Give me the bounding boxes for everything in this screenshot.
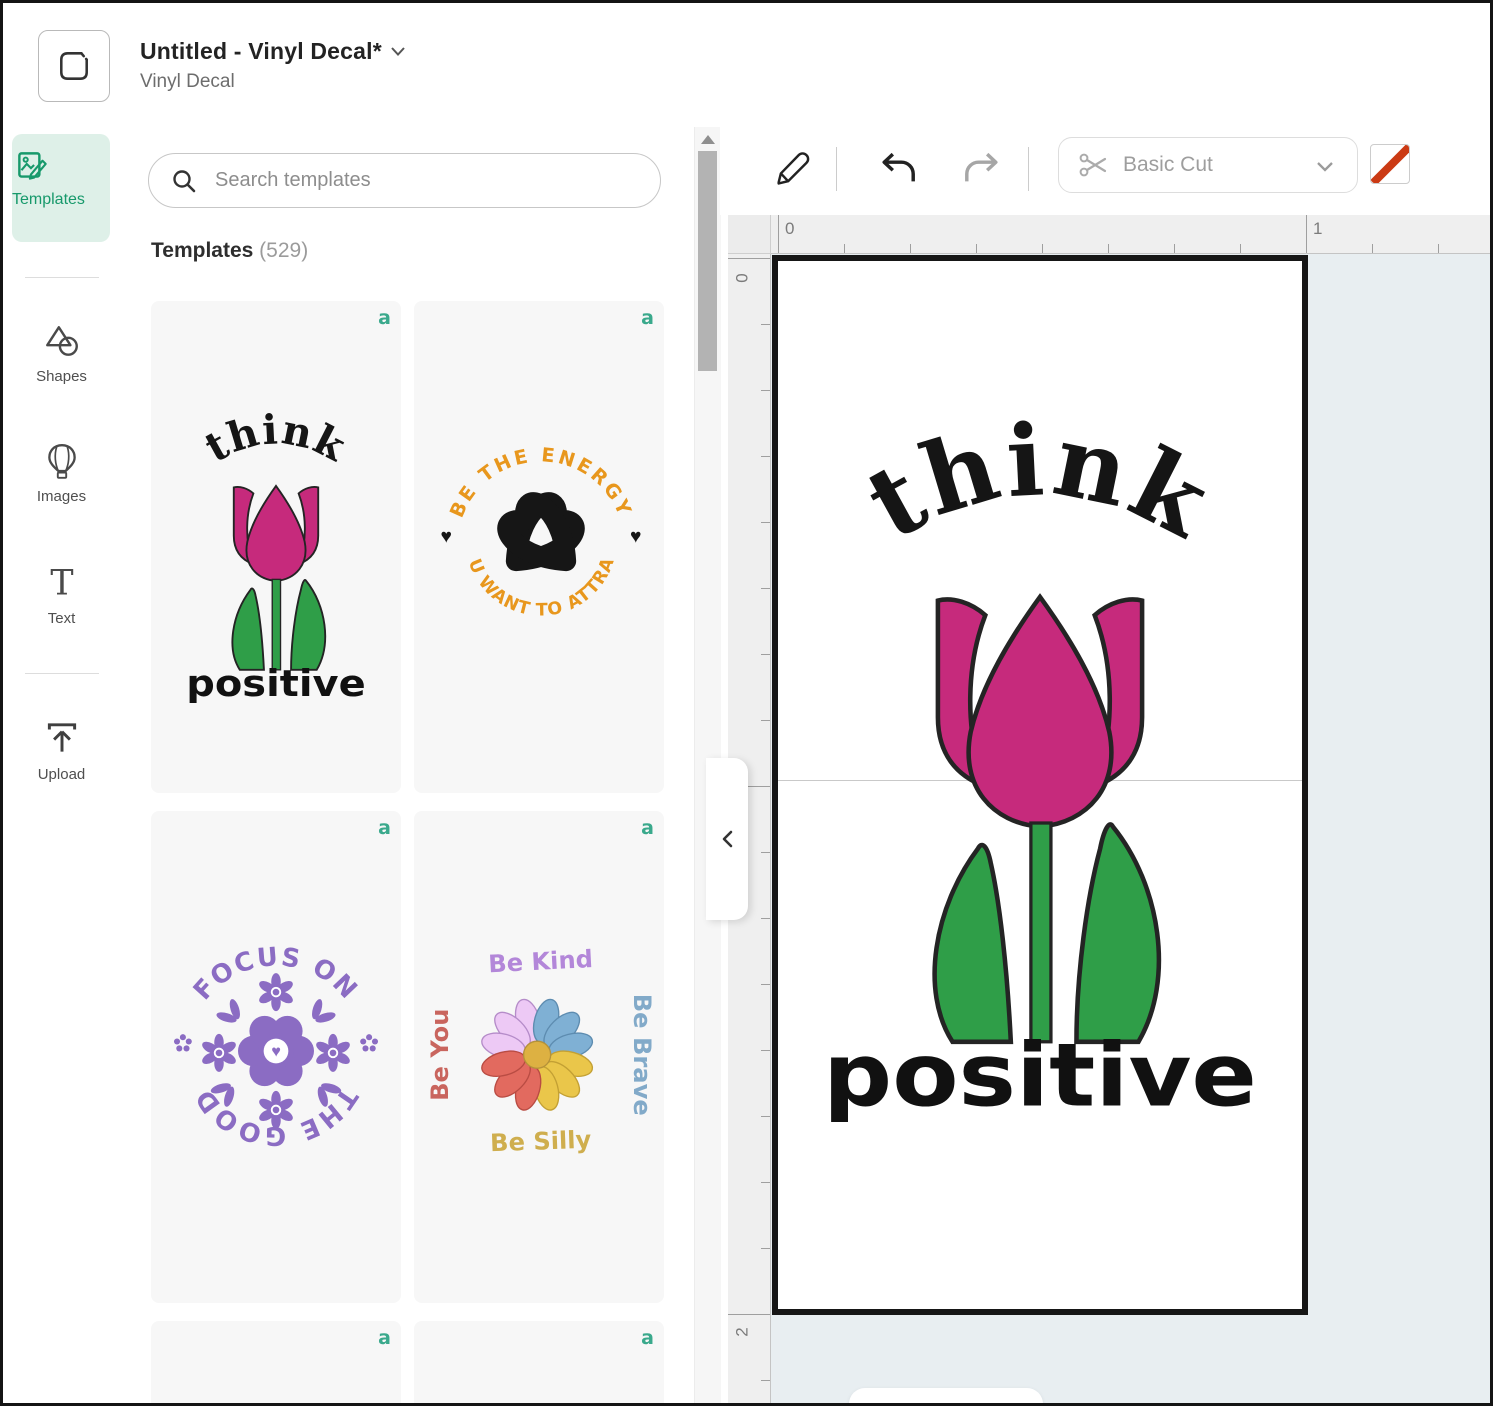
cricut-access-badge: a <box>378 817 391 839</box>
template-card-be-the-energy[interactable]: a BE THE ENERGY YOU WANT TO ATTRACT ♥ ♥ <box>414 301 664 793</box>
ruler-corner <box>728 215 771 254</box>
undo-icon <box>878 149 920 189</box>
focus-on-the-good-art: FOCUS ON THE GOOD ♥ <box>162 937 390 1165</box>
title-chevron-down-icon[interactable] <box>390 36 406 63</box>
document-subtitle: Vinyl Decal <box>140 71 235 93</box>
be-kind-daisy-art: Be Kind Be Brave Be Silly Be You <box>425 931 657 1163</box>
project-logo-button[interactable] <box>38 30 110 102</box>
chevron-down-icon <box>1315 160 1335 178</box>
document-title[interactable]: Untitled - Vinyl Decal* <box>140 36 406 65</box>
operation-select[interactable]: Basic Cut <box>1058 137 1358 193</box>
template-card-be-kind-daisy[interactable]: a Be Kind Be Brave Be Silly <box>414 811 664 1303</box>
hot-air-balloon-icon <box>42 441 82 481</box>
svg-text:T: T <box>50 564 73 603</box>
svg-text:Be Silly: Be Silly <box>490 1126 592 1158</box>
chevron-left-icon <box>719 829 735 849</box>
svg-text:♥: ♥ <box>271 1043 281 1061</box>
svg-text:Be Kind: Be Kind <box>488 945 594 978</box>
pencil-icon <box>772 147 812 191</box>
project-icon <box>56 48 92 84</box>
cricut-access-badge: a <box>378 1327 391 1349</box>
header <box>3 3 1490 128</box>
nav-divider <box>25 277 99 278</box>
cricut-access-badge: a <box>641 817 654 839</box>
canvas-toolbar: Basic Cut <box>720 127 1490 215</box>
redo-icon <box>960 149 1002 189</box>
horizontal-ruler: 0 1 <box>771 215 1490 254</box>
canvas-design-think-positive[interactable] <box>803 411 1277 1122</box>
collapse-panel-button[interactable] <box>706 758 748 920</box>
template-card-think-positive[interactable]: a <box>151 301 401 793</box>
be-the-energy-art: BE THE ENERGY YOU WANT TO ATTRACT ♥ ♥ <box>425 419 657 651</box>
artboard[interactable] <box>772 255 1308 1315</box>
scroll-up-icon[interactable] <box>701 135 715 144</box>
template-card-focus-on-the-good[interactable]: a FOCUS ON THE GOOD ♥ <box>151 811 401 1303</box>
sidebar-item-templates[interactable]: Templates <box>12 134 110 242</box>
undo-button[interactable] <box>878 149 920 194</box>
ruler-label: 2 <box>733 1327 753 1336</box>
operation-label: Basic Cut <box>1123 153 1213 177</box>
shapes-icon <box>42 321 82 361</box>
svg-text:Be You: Be You <box>426 1009 454 1101</box>
redo-button[interactable] <box>960 149 1002 194</box>
text-icon: T <box>42 563 82 603</box>
swatch-stroke <box>1370 144 1410 184</box>
scrollbar-thumb[interactable] <box>698 151 717 371</box>
sidebar-item-upload[interactable]: Upload <box>3 719 120 783</box>
template-card-partial[interactable]: a <box>151 1321 401 1406</box>
color-swatch[interactable] <box>1370 144 1410 184</box>
cricut-access-badge: a <box>641 1327 654 1349</box>
sidebar-item-shapes[interactable]: Shapes <box>3 321 120 385</box>
toolbar-divider <box>1028 147 1029 191</box>
canvas-pasteboard[interactable] <box>771 254 1490 1403</box>
nav-divider <box>25 673 99 674</box>
scissors-icon <box>1079 152 1109 178</box>
sidebar-item-text[interactable]: T Text <box>3 563 120 627</box>
canvas-bottom-pill[interactable] <box>849 1388 1043 1406</box>
search-icon <box>171 168 197 194</box>
cricut-access-badge: a <box>641 307 654 329</box>
upload-icon <box>42 719 82 759</box>
cricut-access-badge: a <box>378 307 391 329</box>
svg-text:♥: ♥ <box>441 527 452 548</box>
ruler-label: 1 <box>1313 219 1322 239</box>
edit-pencil-button[interactable] <box>772 147 812 196</box>
ruler-label: 0 <box>785 219 794 239</box>
svg-text:♥: ♥ <box>630 527 641 548</box>
toolbar-divider <box>836 147 837 191</box>
search-input[interactable] <box>213 168 617 193</box>
search-box[interactable] <box>148 153 661 208</box>
template-count: (529) <box>259 239 308 262</box>
ruler-label: 0 <box>733 273 753 282</box>
panel-heading: Templates (529) <box>151 239 308 263</box>
svg-text:Be Brave: Be Brave <box>628 994 656 1116</box>
template-card-partial[interactable]: a <box>414 1321 664 1406</box>
app-window: think positive Untitled - Vinyl Decal* V… <box>0 0 1493 1406</box>
sidebar-item-images[interactable]: Images <box>3 441 120 505</box>
templates-icon <box>12 146 52 186</box>
